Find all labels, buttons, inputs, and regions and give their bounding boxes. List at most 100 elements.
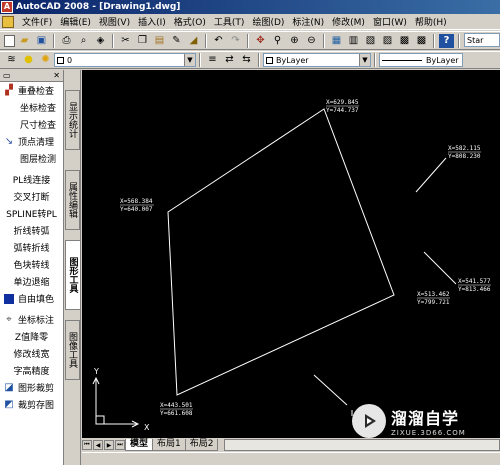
tool-clip-save[interactable]: ◩ 裁剪存图 [0, 396, 63, 413]
minimize-icon[interactable]: ▭ [3, 71, 11, 80]
menu-modify[interactable]: 修改(M) [328, 15, 369, 28]
horizontal-scrollbar[interactable] [224, 439, 500, 451]
layer-previous-icon[interactable]: ⇄ [222, 53, 237, 67]
tool-polyline-to-arc[interactable]: 折线转弧 [0, 222, 63, 239]
autocad-window: A AutoCAD 2008 - [Drawing1.dwg] 文件(F) 编辑… [0, 0, 500, 465]
tool-pl-connect[interactable]: PL线连接 [0, 171, 63, 188]
watermark-title: 溜溜自学 [391, 409, 460, 428]
tab-graphic-tools[interactable]: 图形工具 [65, 240, 80, 310]
tool-coordinate-label[interactable]: ⌖ 坐标标注 [0, 311, 63, 328]
tool-fill-to-line[interactable]: 色块转线 [0, 256, 63, 273]
menu-edit[interactable]: 编辑(E) [56, 15, 95, 28]
publish-icon[interactable]: ◈ [93, 34, 108, 48]
chevron-down-icon[interactable]: ▼ [359, 54, 370, 66]
tool-spline-to-pl[interactable]: SPLINE转PL [0, 205, 63, 222]
calculator-icon[interactable]: ▩ [414, 34, 429, 48]
line-segment[interactable] [313, 374, 348, 406]
menu-dimension[interactable]: 标注(N) [288, 15, 328, 28]
tab-display-stats[interactable]: 显示统计 [65, 90, 80, 150]
design-center-icon[interactable]: ▥ [346, 34, 361, 48]
tab-property-edit[interactable]: 属性编辑 [65, 170, 80, 230]
layer-combo[interactable]: 0 ▼ [54, 53, 196, 67]
zoom-previous-icon[interactable]: ⊖ [304, 34, 319, 48]
copy-icon[interactable]: ❐ [135, 34, 150, 48]
menu-tools[interactable]: 工具(T) [210, 15, 249, 28]
menu-help[interactable]: 帮助(H) [411, 15, 451, 28]
tool-arc-to-polyline[interactable]: 弧转折线 [0, 239, 63, 256]
tool-clip-shape[interactable]: ◪ 图形裁剪 [0, 379, 63, 396]
next-tab-icon[interactable]: ▶ [104, 440, 114, 450]
ucs-x-label: X [144, 423, 150, 432]
tool-size-check[interactable]: 尺寸检查 [0, 116, 63, 133]
linetype-combo[interactable]: ByLayer [379, 53, 463, 67]
open-folder-icon[interactable]: ▰ [17, 34, 32, 48]
layer-state-icon[interactable]: ⇆ [239, 53, 254, 67]
plot-preview-icon[interactable]: ⌕ [76, 34, 91, 48]
help-icon[interactable]: ? [439, 33, 454, 48]
tool-cross-break[interactable]: 交叉打断 [0, 188, 63, 205]
properties-icon[interactable]: ▦ [329, 34, 344, 48]
prev-tab-icon[interactable]: ◀ [93, 440, 103, 450]
layer-manager-icon[interactable]: ≋ [4, 53, 19, 67]
quadrilateral-shape[interactable] [167, 108, 395, 396]
redo-icon[interactable]: ↷ [228, 34, 243, 48]
line-segment[interactable] [423, 251, 457, 285]
fill-color-icon [2, 292, 16, 305]
menu-format[interactable]: 格式(O) [170, 15, 210, 28]
zoom-window-icon[interactable]: ⊕ [287, 34, 302, 48]
menu-window[interactable]: 窗口(W) [369, 15, 411, 28]
clip-shape-icon: ◪ [4, 382, 14, 393]
drawing-canvas[interactable]: X=629.845 Y=744.737 X=568.384 Y=640.007 … [82, 70, 500, 438]
match-properties-icon[interactable]: ✎ [169, 34, 184, 48]
vertex-clean-icon: ↘ [4, 136, 14, 147]
cut-icon[interactable]: ✂ [118, 34, 133, 48]
tool-vertex-clean[interactable]: ↘ 顶点清理 [0, 133, 63, 150]
tool-overlap-check[interactable]: ▞ 重叠检查 [0, 82, 63, 99]
pan-icon[interactable]: ✥ [253, 34, 268, 48]
tab-model[interactable]: 模型 [125, 439, 154, 451]
first-tab-icon[interactable]: ⏮ [82, 440, 92, 450]
tab-image-tools[interactable]: 图像工具 [65, 320, 80, 380]
markup-icon[interactable]: ▩ [397, 34, 412, 48]
text-style-combo[interactable]: Star [464, 33, 500, 47]
zoom-realtime-icon[interactable]: ⚲ [270, 34, 285, 48]
make-current-layer-icon[interactable]: ≡ [205, 53, 220, 67]
play-logo-icon [352, 404, 386, 438]
tab-nav: ⏮ ◀ ▶ ⏭ [82, 440, 126, 450]
new-file-icon[interactable] [4, 34, 15, 47]
block-editor-icon[interactable]: ◢ [186, 34, 201, 48]
tab-layout1[interactable]: 布局1 [152, 439, 186, 451]
menu-file[interactable]: 文件(F) [18, 15, 56, 28]
document-icon[interactable] [2, 15, 14, 28]
sheet-set-icon[interactable]: ▨ [380, 34, 395, 48]
print-icon[interactable]: ⎙ [59, 34, 74, 48]
svg-text:Y=799.721: Y=799.721 [417, 299, 450, 306]
sun-icon: ✺ [41, 54, 50, 65]
menu-view[interactable]: 视图(V) [95, 15, 134, 28]
chevron-down-icon[interactable]: ▼ [184, 54, 195, 66]
color-combo[interactable]: ByLayer ▼ [263, 53, 371, 67]
tool-text-height-precision[interactable]: 字高精度 [0, 362, 63, 379]
layer-color-swatch-icon [57, 56, 64, 64]
tool-palettes-icon[interactable]: ▧ [363, 34, 378, 48]
svg-text:X=513.462: X=513.462 [417, 291, 450, 298]
tool-layer-detect[interactable]: 图层检测 [0, 150, 63, 167]
line-segment[interactable] [415, 157, 447, 193]
watermark-subtitle: ZIXUE.3D66.COM [391, 429, 466, 437]
undo-icon[interactable]: ↶ [211, 34, 226, 48]
menu-insert[interactable]: 插入(I) [134, 15, 170, 28]
lightbulb-icon: ● [24, 54, 33, 65]
tool-free-fill[interactable]: 自由填色 [0, 290, 63, 307]
menu-draw[interactable]: 绘图(D) [248, 15, 288, 28]
command-line-area[interactable] [82, 452, 500, 465]
save-icon[interactable]: ▣ [34, 34, 49, 48]
close-icon[interactable]: ✕ [53, 71, 60, 80]
tab-layout2[interactable]: 布局2 [184, 439, 219, 451]
paste-icon[interactable]: ▤ [152, 34, 167, 48]
last-tab-icon[interactable]: ⏭ [115, 440, 125, 450]
tool-coordinate-check[interactable]: 坐标检查 [0, 99, 63, 116]
tool-modify-linewidth[interactable]: 修改线宽 [0, 345, 63, 362]
svg-text:Y=640.007: Y=640.007 [120, 206, 153, 213]
tool-z-to-zero[interactable]: Z值降零 [0, 328, 63, 345]
tool-single-offset[interactable]: 单边退缩 [0, 273, 63, 290]
